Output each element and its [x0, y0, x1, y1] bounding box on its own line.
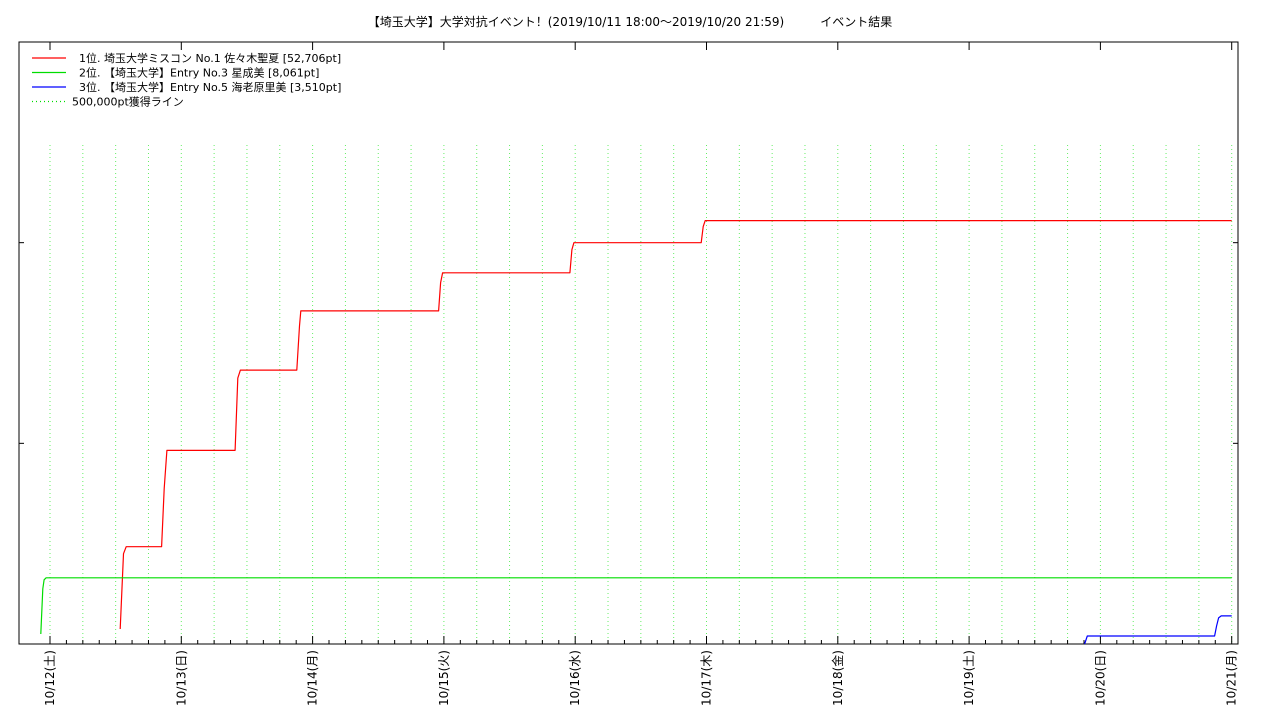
legend-entry: 3位. 【埼玉大学】Entry No.5 海老原里美 [3,510pt] [79, 80, 341, 94]
chart-title: 【埼玉大学】大学対抗イベント！(2019/10/11 18:00～2019/10… [368, 14, 893, 29]
x-tick-label: 10/18(金) [830, 650, 845, 706]
x-tick-label: 10/19(土) [962, 650, 976, 706]
series-line-1 [119, 220, 1232, 630]
x-tick-label: 10/16(水) [568, 650, 582, 706]
x-tick-label: 10/20(日) [1093, 650, 1107, 706]
legend-entry: 1位. 埼玉大学ミスコン No.1 佐々木聖夏 [52,706pt] [79, 51, 341, 65]
x-gridlines [49, 145, 1233, 644]
series-lines [40, 220, 1232, 645]
axis-ticks: 10/12(土) 10/13(日) 10/14(月) 10/15(火) 10/16(水)… [19, 42, 1239, 706]
x-tick-label: 10/15(火) [437, 650, 451, 706]
series-line-2 [40, 577, 1232, 635]
legend-entry: 2位. 【埼玉大学】Entry No.3 星成美 [8,061pt] [79, 66, 319, 80]
x-tick-label: 10/12(土) [43, 650, 57, 706]
series-line-3 [1084, 615, 1232, 645]
line-chart: 【埼玉大学】大学対抗イベント！(2019/10/11 18:00～2019/10… [18, 14, 1239, 706]
plot-frame [18, 41, 1239, 645]
x-tick-label: 10/21(月) [1225, 650, 1239, 706]
legend: 1位. 埼玉大学ミスコン No.1 佐々木聖夏 [52,706pt]2位. 【埼… [32, 51, 341, 109]
x-tick-label: 10/14(月) [306, 650, 320, 706]
legend-entry: 500,000pt獲得ライン [72, 96, 184, 109]
x-tick-label: 10/17(木) [700, 650, 714, 706]
x-tick-label: 10/13(日) [174, 650, 188, 706]
